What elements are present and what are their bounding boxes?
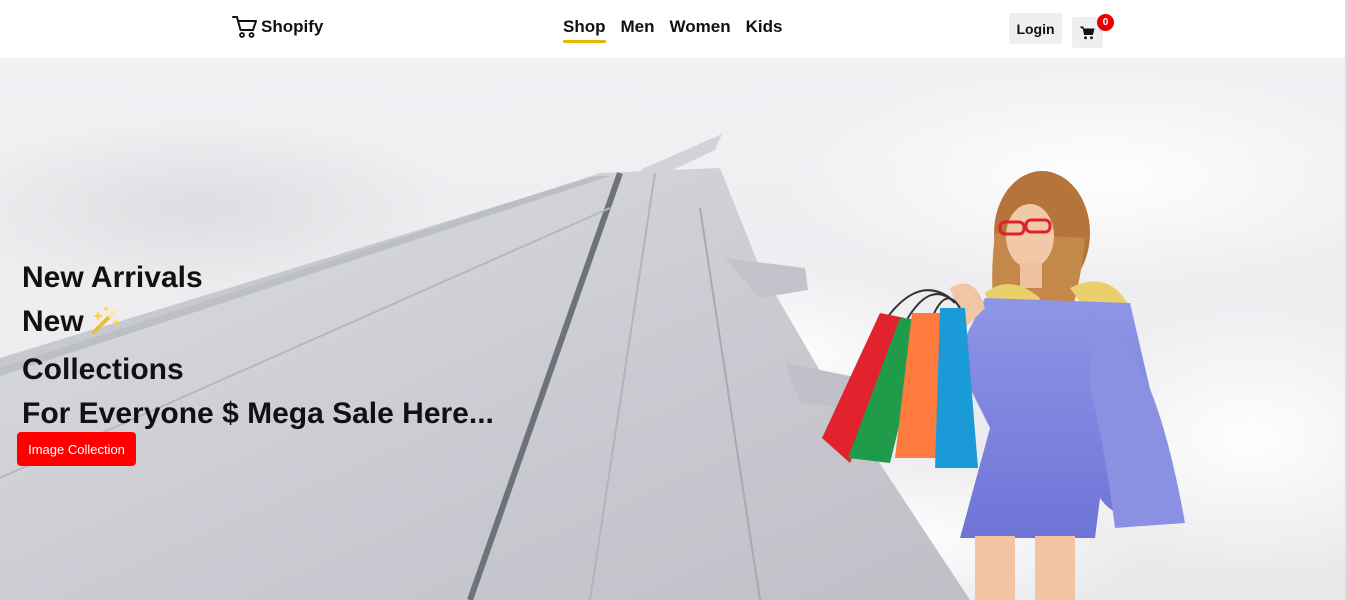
nav-link-shop[interactable]: Shop xyxy=(563,17,606,43)
nav-link-women[interactable]: Women xyxy=(670,17,731,43)
magic-wand-icon xyxy=(90,304,122,348)
hero-line-new: New xyxy=(22,300,494,348)
shopping-cart-icon xyxy=(232,16,257,38)
cart-count-badge: 0 xyxy=(1097,14,1114,31)
main-nav: Shop Men Women Kids xyxy=(563,17,782,43)
brand-logo[interactable]: Shopify xyxy=(232,14,323,40)
image-collection-button[interactable]: Image Collection xyxy=(17,432,136,466)
hero-line-mega-sale: For Everyone $ Mega Sale Here... xyxy=(22,397,494,430)
hero-line-new-arrivals: New Arrivals xyxy=(22,261,203,294)
brand-name: Shopify xyxy=(261,17,324,36)
hero-line-new-text: New xyxy=(22,305,84,338)
nav-link-kids[interactable]: Kids xyxy=(746,17,783,43)
cart-icon xyxy=(1080,26,1095,39)
hero-banner: New Arrivals New Collections For Everyon… xyxy=(0,58,1347,600)
nav-link-men[interactable]: Men xyxy=(621,17,655,43)
top-navbar: Shopify Shop Men Women Kids Login 0 xyxy=(0,0,1347,58)
login-button[interactable]: Login xyxy=(1009,13,1062,44)
hero-headline: New Arrivals New Collections For Everyon… xyxy=(22,256,494,436)
hero-line-collections: Collections xyxy=(22,353,184,386)
